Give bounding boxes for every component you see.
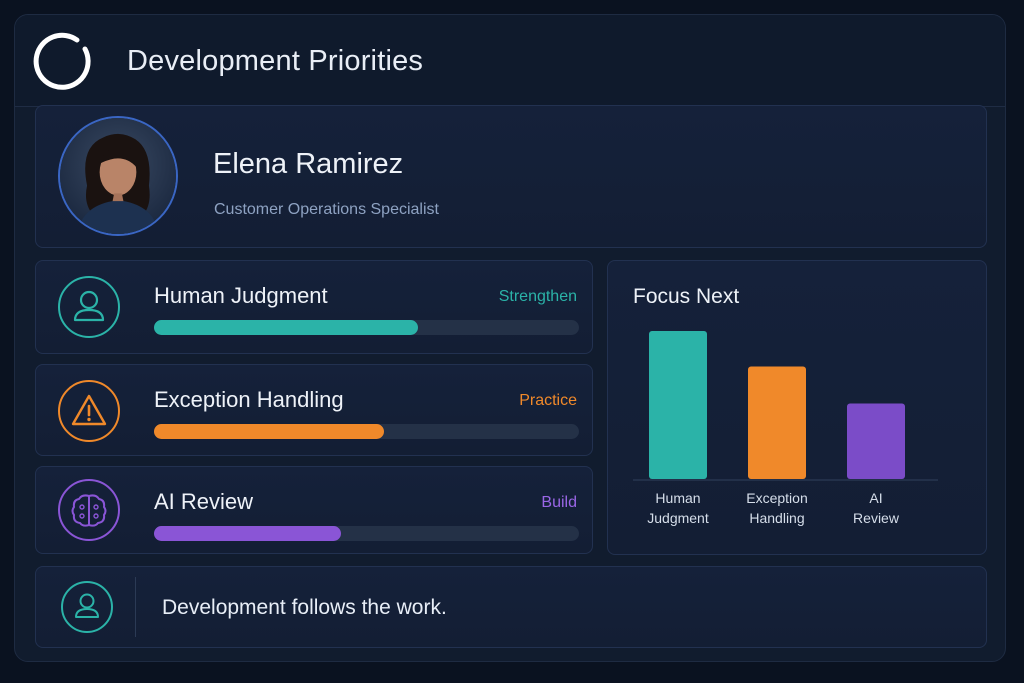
avatar: [58, 116, 178, 236]
profile-name: Elena Ramirez: [213, 148, 404, 180]
skill-status: Practice: [519, 392, 577, 409]
header-bar: Development Priorities: [15, 15, 1005, 107]
skill-progress-track: [154, 320, 579, 335]
skill-card-ai-review[interactable]: AI Review Build: [35, 466, 593, 554]
chart-category-label: Handling: [749, 510, 804, 526]
skill-progress-track: [154, 526, 579, 541]
skill-label: Human Judgment: [154, 283, 328, 308]
skill-label: Exception Handling: [154, 387, 344, 412]
skill-card-exception-handling[interactable]: Exception Handling Practice: [35, 364, 593, 456]
divider: [135, 577, 136, 637]
focus-bar-chart: Human Judgment Exception Handling AI Review: [633, 331, 938, 526]
warning-icon: [58, 380, 120, 442]
page-title: Development Priorities: [127, 45, 424, 77]
footer-text: Development follows the work.: [162, 596, 447, 619]
chart-category-label: Human: [655, 490, 700, 506]
skill-status: Strengthen: [498, 288, 577, 305]
footer-card: Development follows the work.: [35, 566, 987, 648]
profile-role: Customer Operations Specialist: [214, 201, 439, 218]
skill-status: Build: [541, 494, 577, 511]
profile-card: Elena Ramirez Customer Operations Specia…: [35, 105, 987, 248]
skill-progress-fill: [154, 320, 418, 335]
chart-category-label: Review: [853, 510, 900, 526]
chart-category-label: Exception: [746, 490, 807, 506]
chart-bar: [847, 403, 905, 479]
skill-label: AI Review: [154, 489, 254, 514]
person-icon: [58, 276, 120, 338]
ring-logo-icon: [33, 32, 91, 90]
app-window: Development Priorities Elena Ramirez Cus…: [14, 14, 1006, 662]
skill-progress-fill: [154, 424, 384, 439]
chart-category-label: AI: [869, 490, 882, 506]
chart-bar: [649, 331, 707, 479]
chart-bar: [748, 366, 806, 479]
skill-progress-fill: [154, 526, 341, 541]
chart-category-label: Judgment: [647, 510, 709, 526]
skill-card-human-judgment[interactable]: Human Judgment Strengthen: [35, 260, 593, 354]
skill-progress-track: [154, 424, 579, 439]
focus-next-card: Focus Next Human Judgment Exception Handlin…: [607, 260, 987, 555]
person-icon: [61, 581, 113, 633]
brain-icon: [58, 479, 120, 541]
